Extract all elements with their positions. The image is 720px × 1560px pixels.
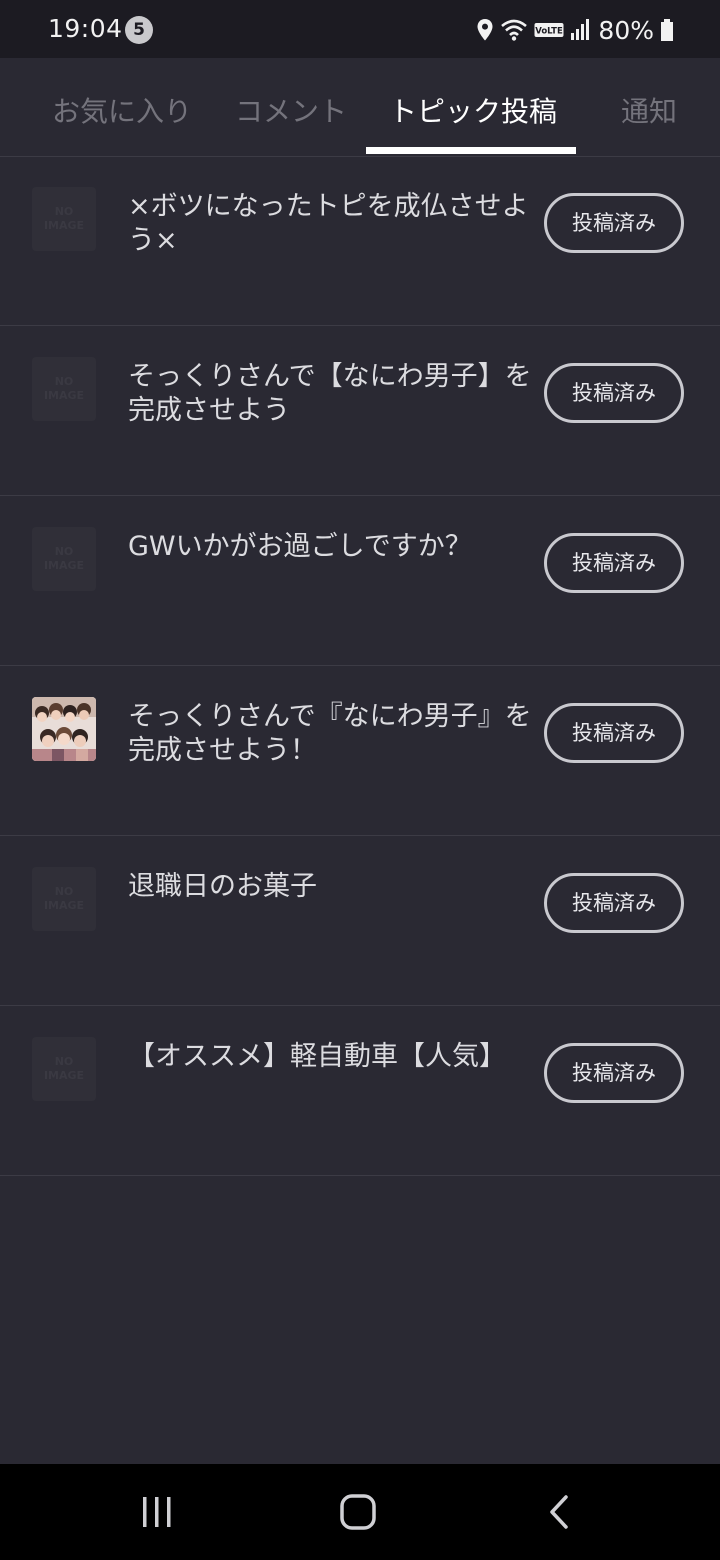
no-image-thumbnail: NO IMAGE <box>32 187 96 251</box>
topic-row[interactable]: NO IMAGE 【オススメ】軽自動車【人気】 投稿済み <box>0 1006 720 1176</box>
posted-button[interactable]: 投稿済み <box>544 363 684 423</box>
topic-title[interactable]: ×ボツになったトピを成仏させよう× <box>128 190 533 258</box>
posted-button[interactable]: 投稿済み <box>544 193 684 253</box>
posted-button[interactable]: 投稿済み <box>544 1043 684 1103</box>
topic-row[interactable]: NO IMAGE 退職日のお菓子 投稿済み <box>0 836 720 1006</box>
topic-row[interactable]: そっくりさんで『なにわ男子』を完成させよう！ 投稿済み <box>0 666 720 836</box>
tab-favorites[interactable]: お気に入り <box>52 90 192 130</box>
no-image-thumbnail: NO IMAGE <box>32 867 96 931</box>
topic-photo-thumbnail <box>32 697 96 761</box>
system-navigation-bar <box>0 1464 720 1560</box>
notification-count-badge: 5 <box>125 16 153 44</box>
no-image-thumbnail: NO IMAGE <box>32 527 96 591</box>
topic-row[interactable]: NO IMAGE GWいかがお過ごしですか？ 投稿済み <box>0 496 720 666</box>
wifi-icon <box>500 18 528 42</box>
posted-button[interactable]: 投稿済み <box>544 703 684 763</box>
topic-title[interactable]: GWいかがお過ごしですか？ <box>128 530 533 564</box>
topic-row[interactable]: NO IMAGE そっくりさんで【なにわ男子】を完成させよう 投稿済み <box>0 326 720 496</box>
home-icon[interactable] <box>308 1464 408 1560</box>
status-time: 19:04 <box>48 14 123 43</box>
topic-title[interactable]: そっくりさんで【なにわ男子】を完成させよう <box>128 360 533 428</box>
tab-comments[interactable]: コメント <box>235 90 347 130</box>
active-tab-indicator <box>366 147 576 154</box>
no-image-thumbnail: NO IMAGE <box>32 1037 96 1101</box>
posted-button[interactable]: 投稿済み <box>544 873 684 933</box>
volte-label: VoLTE <box>536 27 564 37</box>
topic-title[interactable]: 退職日のお菓子 <box>128 870 533 904</box>
tab-topic-posts[interactable]: トピック投稿 <box>389 90 557 130</box>
posted-button[interactable]: 投稿済み <box>544 533 684 593</box>
topic-title[interactable]: そっくりさんで『なにわ男子』を完成させよう！ <box>128 700 533 768</box>
battery-icon <box>660 18 674 42</box>
tab-notifications[interactable]: 通知 <box>621 90 677 130</box>
status-icons: VoLTE 80% <box>476 12 674 48</box>
status-bar: 19:04 5 VoLTE 80% <box>0 0 720 58</box>
volte-icon: VoLTE <box>534 20 564 40</box>
no-image-thumbnail: NO IMAGE <box>32 357 96 421</box>
recents-icon[interactable] <box>107 1464 207 1560</box>
tab-bar: お気に入り コメント トピック投稿 通知 <box>0 58 720 157</box>
topic-list: NO IMAGE ×ボツになったトピを成仏させよう× 投稿済み NO IMAGE そ… <box>0 156 720 1176</box>
battery-percentage: 80% <box>598 15 654 45</box>
topic-title[interactable]: 【オススメ】軽自動車【人気】 <box>128 1040 533 1074</box>
back-icon[interactable] <box>510 1464 610 1560</box>
location-pin-icon <box>476 18 494 42</box>
group-photo-image <box>32 697 96 761</box>
topic-row[interactable]: NO IMAGE ×ボツになったトピを成仏させよう× 投稿済み <box>0 156 720 326</box>
signal-icon <box>570 18 590 42</box>
